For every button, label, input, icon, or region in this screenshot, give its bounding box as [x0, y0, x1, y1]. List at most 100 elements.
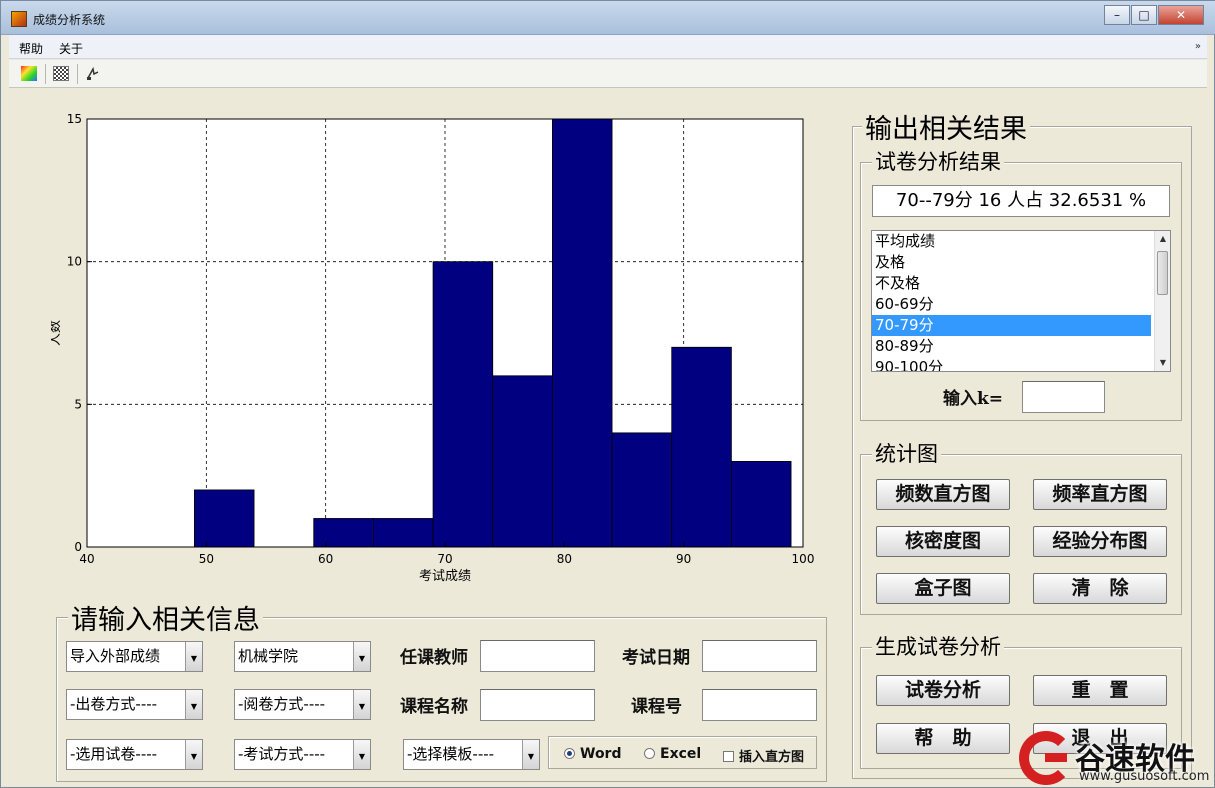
teacher-field[interactable]	[480, 640, 595, 672]
dropdown-arrow-icon[interactable]: ▼	[353, 642, 370, 671]
dropdown-arrow-icon[interactable]: ▼	[185, 740, 202, 769]
word-radio[interactable]: Word	[564, 746, 622, 762]
reset-button[interactable]: 重 置	[1033, 675, 1167, 706]
data-cursor-icon[interactable]	[85, 66, 101, 81]
select-template-combo[interactable]: -选择模板---- ▼	[403, 739, 540, 770]
y-tick-label: 10	[67, 255, 82, 269]
exam-type-combo[interactable]: -考试方式---- ▼	[234, 739, 371, 770]
histogram-bar	[193, 489, 255, 548]
combo-value: -阅卷方式----	[238, 695, 326, 713]
x-tick-label: 100	[792, 552, 815, 566]
exam-date-label: 考试日期	[622, 648, 690, 668]
combo-value: 机械学院	[238, 647, 299, 665]
toolbar-separator	[45, 64, 46, 84]
k-input-label: 输入k=	[943, 389, 1004, 409]
window-title: 成绩分析系统	[33, 13, 106, 27]
dropdown-arrow-icon[interactable]: ▼	[185, 690, 202, 719]
scroll-up-icon[interactable]: ▲	[1155, 231, 1170, 247]
grid-pattern-icon[interactable]	[53, 66, 69, 81]
x-tick-label: 60	[318, 552, 333, 566]
close-button[interactable]: ✕	[1158, 5, 1204, 25]
combo-value: -选择模板----	[407, 745, 495, 763]
dropdown-arrow-icon[interactable]: ▼	[353, 690, 370, 719]
select-paper-combo[interactable]: -选用试卷---- ▼	[66, 739, 203, 770]
dropdown-arrow-icon[interactable]: ▼	[353, 740, 370, 769]
y-tick-label: 15	[67, 112, 82, 126]
maximize-button[interactable]: □	[1131, 5, 1157, 25]
histogram-bar	[551, 118, 613, 548]
input-info-title: 请输入相关信息	[68, 598, 263, 637]
list-item[interactable]: 90-100分	[872, 357, 1151, 371]
output-panel-title: 输出相关结果	[862, 107, 1030, 146]
insert-histogram-label: 插入直方图	[739, 750, 805, 765]
combo-value: -选用试卷----	[70, 745, 158, 763]
course-number-field[interactable]	[702, 689, 817, 721]
analysis-result-title: 试卷分析结果	[872, 146, 1004, 176]
x-tick-label: 90	[676, 552, 691, 566]
y-tick-label: 5	[74, 397, 82, 411]
paper-setting-combo[interactable]: -出卷方式---- ▼	[66, 689, 203, 720]
histogram-bar	[313, 518, 374, 548]
kernel-density-button[interactable]: 核密度图	[876, 526, 1010, 557]
list-item[interactable]: 60-69分	[872, 294, 1151, 315]
app-window: 成绩分析系统 – □ ✕ 帮助 关于 » 40 50 60 70 80 90 100 0 5 10…	[0, 0, 1215, 788]
radio-checked-icon[interactable]	[564, 748, 575, 759]
stats-chart-title: 统计图	[872, 438, 941, 468]
minimize-button[interactable]: –	[1104, 5, 1130, 25]
list-item[interactable]: 平均成绩	[872, 231, 1151, 252]
combo-value: -出卷方式----	[70, 695, 158, 713]
list-item[interactable]: 70-79分	[872, 315, 1151, 336]
menu-about[interactable]: 关于	[59, 40, 83, 57]
gusu-logo-bar	[1045, 753, 1067, 762]
clear-button[interactable]: 清 除	[1033, 573, 1167, 604]
relative-frequency-histogram-button[interactable]: 频率直方图	[1033, 479, 1167, 510]
k-input-field[interactable]	[1022, 381, 1105, 413]
exam-date-field[interactable]	[702, 640, 817, 672]
import-scores-combo[interactable]: 导入外部成绩 ▼	[66, 641, 203, 672]
watermark-url: www.gusuosoft.com	[1079, 769, 1210, 784]
histogram-chart: 40 50 60 70 80 90 100 0 5 10 15 考试成绩 人数	[51, 112, 815, 584]
help-button[interactable]: 帮 助	[876, 723, 1010, 754]
checkbox-icon[interactable]	[723, 751, 734, 762]
result-text-box: 70--79分 16 人占 32.6531 %	[872, 185, 1170, 217]
box-plot-button[interactable]: 盒子图	[876, 573, 1010, 604]
histogram-bar	[432, 261, 494, 548]
course-name-field[interactable]	[480, 689, 595, 721]
empirical-distribution-button[interactable]: 经验分布图	[1033, 526, 1167, 557]
grading-method-combo[interactable]: -阅卷方式---- ▼	[234, 689, 371, 720]
insert-histogram-checkbox[interactable]: 插入直方图	[723, 746, 804, 765]
combo-value: -考试方式----	[238, 745, 326, 763]
excel-radio[interactable]: Excel	[644, 746, 701, 762]
histogram-bar	[671, 346, 732, 548]
scroll-thumb[interactable]	[1157, 251, 1168, 295]
toolbar-separator	[77, 64, 78, 84]
dropdown-arrow-icon[interactable]: ▼	[522, 740, 539, 769]
paper-analysis-button[interactable]: 试卷分析	[876, 675, 1010, 706]
teacher-label: 任课教师	[400, 648, 468, 668]
histogram-bar	[492, 375, 553, 548]
scroll-down-icon[interactable]: ▼	[1155, 355, 1170, 371]
list-item[interactable]: 80-89分	[872, 336, 1151, 357]
dropdown-arrow-icon[interactable]: ▼	[185, 642, 202, 671]
college-combo[interactable]: 机械学院 ▼	[234, 641, 371, 672]
toolbar	[9, 60, 1207, 88]
list-scrollbar[interactable]: ▲ ▼	[1154, 231, 1170, 371]
colormap-icon[interactable]	[21, 66, 37, 81]
course-number-label: 课程号	[631, 697, 682, 717]
radio-unchecked-icon[interactable]	[644, 748, 655, 759]
result-category-list[interactable]: 平均成绩 及格 不及格 60-69分 70-79分 80-89分 90-100分 ▲ ▼	[871, 230, 1171, 372]
frequency-histogram-button[interactable]: 频数直方图	[876, 479, 1010, 510]
list-items: 平均成绩 及格 不及格 60-69分 70-79分 80-89分 90-100分	[872, 231, 1170, 371]
combo-value: 导入外部成绩	[70, 647, 161, 665]
list-item[interactable]: 不及格	[872, 273, 1151, 294]
x-tick-label: 80	[557, 552, 572, 566]
title-bar: 成绩分析系统 – □ ✕	[1, 1, 1215, 35]
menu-bar: 帮助 关于 »	[9, 35, 1207, 59]
list-item[interactable]: 及格	[872, 252, 1151, 273]
menu-overflow-icon[interactable]: »	[1195, 41, 1201, 52]
menu-help[interactable]: 帮助	[19, 40, 43, 57]
x-tick-label: 50	[199, 552, 214, 566]
histogram-bar	[611, 432, 673, 548]
x-tick-label: 70	[437, 552, 452, 566]
generate-analysis-title: 生成试卷分析	[872, 631, 1004, 661]
